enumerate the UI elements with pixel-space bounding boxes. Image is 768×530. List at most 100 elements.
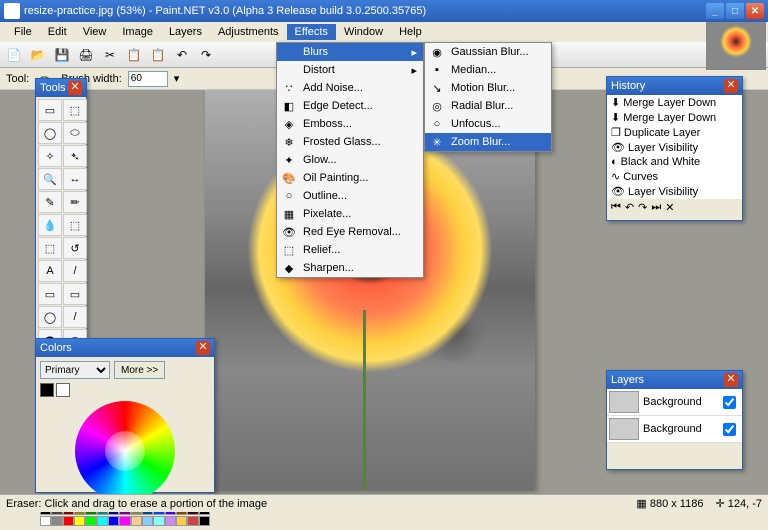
tool-button-9[interactable]: ✏ [63,191,87,213]
brush-dec-icon[interactable]: ▾ [174,72,180,85]
new-icon[interactable]: 📄 [4,45,24,65]
save-icon[interactable]: 💾 [52,45,72,65]
menu-item-pixelate-[interactable]: ▦Pixelate... [277,205,423,223]
history-delete-icon[interactable]: ✕ [665,201,674,214]
menu-layers[interactable]: Layers [161,24,210,40]
open-icon[interactable]: 📂 [28,45,48,65]
palette-swatch[interactable] [153,516,164,526]
tool-button-8[interactable]: ✎ [38,191,62,213]
print-icon[interactable]: 🖨 [76,45,96,65]
brush-width-input[interactable] [128,71,168,87]
tool-button-17[interactable]: ▭ [63,283,87,305]
tool-button-18[interactable]: ◯ [38,306,62,328]
history-item[interactable]: 👁Layer Visibility [607,140,742,155]
palette-swatch[interactable] [97,516,108,526]
palette-swatch[interactable] [51,516,62,526]
history-item[interactable]: 👁Layer Visibility [607,184,742,199]
tool-button-16[interactable]: ▭ [38,283,62,305]
tool-button-5[interactable]: ➴ [63,145,87,167]
tool-button-12[interactable]: ⬚ [38,237,62,259]
palette-swatch[interactable] [63,516,74,526]
tool-button-13[interactable]: ↺ [63,237,87,259]
menu-item-edge-detect-[interactable]: ◧Edge Detect... [277,97,423,115]
menu-item-median-[interactable]: ▪Median... [425,61,551,79]
tool-button-15[interactable]: / [63,260,87,282]
palette-swatch[interactable] [176,516,187,526]
color-mode-select[interactable]: Primary [40,361,110,379]
menu-item-relief-[interactable]: ⬚Relief... [277,241,423,259]
cut-icon[interactable]: ✂ [100,45,120,65]
tools-panel-close-icon[interactable]: ✕ [68,81,82,95]
undo-icon[interactable]: ↶ [172,45,192,65]
menu-file[interactable]: File [6,24,40,40]
tool-button-7[interactable]: ↔ [63,168,87,190]
layer-visible-checkbox[interactable] [723,423,736,436]
history-redo-icon[interactable]: ↷ [638,201,647,214]
palette-swatch[interactable] [131,516,142,526]
history-ff-icon[interactable]: ⏭ [651,201,661,214]
tool-button-1[interactable]: ⬚ [63,99,87,121]
redo-icon[interactable]: ↷ [196,45,216,65]
menu-help[interactable]: Help [391,24,430,40]
colors-close-icon[interactable]: ✕ [196,341,210,355]
tool-button-0[interactable]: ▭ [38,99,62,121]
menu-item-gaussian-blur-[interactable]: ◉Gaussian Blur... [425,43,551,61]
menu-image[interactable]: Image [114,24,161,40]
tool-button-2[interactable]: ◯ [38,122,62,144]
palette-swatch[interactable] [40,516,51,526]
history-close-icon[interactable]: ✕ [724,79,738,93]
layers-close-icon[interactable]: ✕ [724,373,738,387]
history-item[interactable]: ◐Black and White [607,155,742,169]
menu-item-sharpen-[interactable]: ◆Sharpen... [277,259,423,277]
menu-item-outline-[interactable]: ○Outline... [277,187,423,205]
background-color[interactable] [56,383,70,397]
menu-item-add-noise-[interactable]: ∵Add Noise... [277,79,423,97]
palette-swatch[interactable] [199,516,210,526]
menu-item-oil-painting-[interactable]: 🎨Oil Painting... [277,169,423,187]
menu-window[interactable]: Window [336,24,391,40]
menu-item-distort[interactable]: Distort▸ [277,61,423,79]
menu-item-blurs[interactable]: Blurs▸ [277,43,423,61]
menu-item-red-eye-removal-[interactable]: 👁Red Eye Removal... [277,223,423,241]
tool-button-4[interactable]: ✧ [38,145,62,167]
history-item[interactable]: ⬇Merge Layer Down [607,95,742,110]
minimize-button[interactable]: _ [706,3,724,19]
foreground-color[interactable] [40,383,54,397]
menu-item-motion-blur-[interactable]: ↘Motion Blur... [425,79,551,97]
document-thumbnail[interactable] [706,22,766,70]
palette-swatch[interactable] [165,516,176,526]
history-item[interactable]: ⬇Merge Layer Down [607,110,742,125]
menu-item-unfocus-[interactable]: ○Unfocus... [425,115,551,133]
close-button[interactable]: ✕ [746,3,764,19]
history-item[interactable]: ∿Curves [607,169,742,184]
copy-icon[interactable]: 📋 [124,45,144,65]
tool-button-10[interactable]: 💧 [38,214,62,236]
menu-edit[interactable]: Edit [40,24,75,40]
layer-item[interactable]: Background [607,389,742,416]
tool-button-3[interactable]: ⬭ [63,122,87,144]
tool-button-19[interactable]: / [63,306,87,328]
layer-item[interactable]: Background [607,416,742,443]
palette-swatch[interactable] [187,516,198,526]
menu-item-zoom-blur-[interactable]: ✳Zoom Blur... [425,133,551,151]
palette-swatch[interactable] [108,516,119,526]
history-rewind-icon[interactable]: ⏮ [611,201,621,214]
menu-item-glow-[interactable]: ✦Glow... [277,151,423,169]
more-colors-button[interactable]: More >> [114,361,165,379]
tool-button-14[interactable]: A [38,260,62,282]
menu-item-emboss-[interactable]: ◈Emboss... [277,115,423,133]
layer-visible-checkbox[interactable] [723,396,736,409]
menu-adjustments[interactable]: Adjustments [210,24,287,40]
tool-button-6[interactable]: 🔍 [38,168,62,190]
palette-swatch[interactable] [74,516,85,526]
menu-view[interactable]: View [75,24,115,40]
history-item[interactable]: ❐Duplicate Layer [607,125,742,140]
tool-button-11[interactable]: ⬚ [63,214,87,236]
palette-swatch[interactable] [119,516,130,526]
menu-item-radial-blur-[interactable]: ◎Radial Blur... [425,97,551,115]
menu-effects[interactable]: Effects [287,24,336,40]
palette-swatch[interactable] [142,516,153,526]
history-undo-icon[interactable]: ↶ [625,201,634,214]
color-wheel[interactable] [75,401,175,501]
palette-swatch[interactable] [85,516,96,526]
